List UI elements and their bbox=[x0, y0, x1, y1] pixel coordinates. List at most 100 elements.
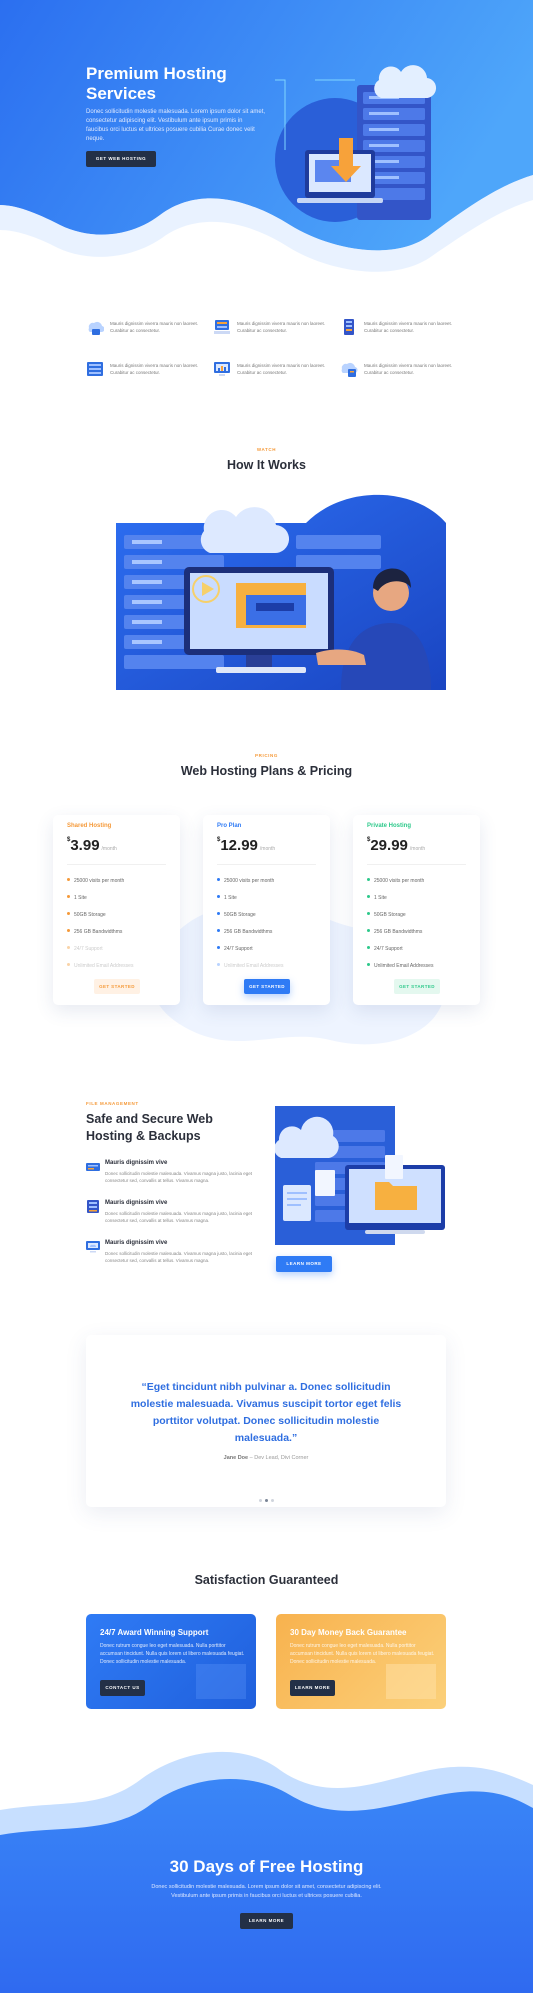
hero-description: Donec sollicitudin molestie malesuada. L… bbox=[86, 109, 266, 142]
pricing-eyebrow: PRICING bbox=[255, 753, 278, 758]
plan-feature: 24/7 Support bbox=[367, 941, 433, 958]
carousel-dot[interactable] bbox=[258, 1499, 262, 1502]
divider bbox=[67, 864, 166, 865]
guarantee-learn-more-button[interactable]: LEARN MORE bbox=[290, 1680, 335, 1696]
plan-feature-disabled: 24/7 Support bbox=[67, 941, 133, 958]
plan-name: Shared Hosting bbox=[67, 823, 112, 829]
box-title: 24/7 Award Winning Support bbox=[100, 1628, 209, 1637]
testimonial-quote: “Eget tincidunt nibh pulvinar a. Donec s… bbox=[130, 1381, 402, 1444]
divider bbox=[367, 864, 466, 865]
how-eyebrow: WATCH bbox=[256, 447, 277, 452]
plan-feature: 24/7 Support bbox=[217, 941, 283, 958]
feature-text: Mauris dignissim viverra mauris non laor… bbox=[237, 321, 326, 333]
plan-features: 25000 visits per month 1 Site 50GB Stora… bbox=[367, 873, 433, 975]
plan-features: 25000 visits per month 1 Site 50GB Stora… bbox=[217, 873, 283, 975]
divider bbox=[217, 864, 316, 865]
testimonial-card: “Eget tincidunt nibh pulvinar a. Donec s… bbox=[86, 1335, 446, 1507]
feature-text: Mauris dignissim viverra mauris non laor… bbox=[110, 363, 199, 375]
plan-feature: 256 GB Bandwidthms bbox=[217, 924, 283, 941]
plan-name: Private Hosting bbox=[367, 823, 412, 829]
monitor-cloud-icon bbox=[86, 1241, 100, 1253]
how-it-works-video[interactable] bbox=[86, 483, 446, 690]
feature-text: Mauris dignissim viverra mauris non laor… bbox=[364, 363, 453, 375]
hero-background bbox=[0, 0, 533, 290]
plan-feature: 1 Site bbox=[217, 890, 283, 907]
storage-drive-icon bbox=[86, 1163, 100, 1171]
feature-item: Mauris dignissim viverra mauris non laor… bbox=[86, 360, 206, 382]
item-title: Mauris dignissim vive bbox=[105, 1200, 168, 1206]
file-mgmt-illustration bbox=[275, 1100, 447, 1245]
hero-section: Premium Hosting Services Donec sollicitu… bbox=[0, 0, 533, 290]
plan-feature: 50GB Storage bbox=[217, 907, 283, 924]
feature-item: Mauris dignissim viverra mauris non laor… bbox=[213, 360, 333, 382]
item-text: Donec sollicitudin molestie malesuada. V… bbox=[105, 1211, 252, 1223]
plan-feature: 50GB Storage bbox=[367, 907, 433, 924]
carousel-dot-active[interactable] bbox=[264, 1499, 268, 1502]
testimonial-author: Jane Doe – Dev Lead, Divi Corner bbox=[223, 1455, 309, 1461]
cta-text: Donec sollicitudin molestie malesuada. L… bbox=[151, 1884, 382, 1899]
plan-price: $3.99/month bbox=[67, 837, 117, 854]
get-web-hosting-button[interactable]: GET WEB HOSTING bbox=[86, 151, 156, 167]
feature-item: Mauris dignissim viverra mauris non laor… bbox=[213, 318, 333, 340]
cloud-storage-icon bbox=[88, 321, 104, 335]
file-mgmt-item: Mauris dignissim vive Donec sollicitudin… bbox=[86, 1160, 256, 1196]
feature-text: Mauris dignissim viverra mauris non laor… bbox=[364, 321, 453, 333]
plan-price: $29.99/month bbox=[367, 837, 426, 854]
feature-text: Mauris dignissim viverra mauris non laor… bbox=[110, 321, 199, 333]
pricing-card-private: Private Hosting $29.99/month 25000 visit… bbox=[353, 815, 480, 1005]
guarantee-title: Satisfaction Guaranteed bbox=[194, 1573, 339, 1587]
server-stack-icon bbox=[214, 320, 230, 334]
server-rack-icon bbox=[87, 1200, 99, 1213]
feature-item: Mauris dignissim viverra mauris non laor… bbox=[340, 360, 460, 382]
item-title: Mauris dignissim vive bbox=[105, 1160, 168, 1166]
carousel-dots bbox=[86, 1489, 446, 1507]
features-grid: Mauris dignissim viverra mauris non laor… bbox=[86, 318, 456, 388]
plan-feature: 25000 visits per month bbox=[367, 873, 433, 890]
box-text: Donec rutrum congue leo eget malesuada. … bbox=[100, 1643, 245, 1665]
feature-text: Mauris dignissim viverra mauris non laor… bbox=[237, 363, 326, 375]
plan-feature: 25000 visits per month bbox=[217, 873, 283, 890]
free-hosting-cta: 30 Days of Free Hosting Donec sollicitud… bbox=[0, 1740, 533, 1993]
item-text: Donec sollicitudin molestie malesuada. V… bbox=[105, 1251, 252, 1263]
private-get-started-button[interactable]: GET STARTED bbox=[394, 979, 440, 994]
file-mgmt-title: Safe and Secure Web Hosting & Backups bbox=[86, 1112, 213, 1143]
file-mgmt-item: Mauris dignissim vive Donec sollicitudin… bbox=[86, 1200, 256, 1236]
plan-name: Pro Plan bbox=[217, 823, 242, 829]
pricing-card-shared: Shared Hosting $3.99/month 25000 visits … bbox=[53, 815, 180, 1005]
database-icon bbox=[87, 362, 103, 376]
box-text: Donec rutrum congue leo eget malesuada. … bbox=[290, 1643, 435, 1665]
plan-price: $12.99/month bbox=[217, 837, 276, 854]
contact-us-button[interactable]: CONTACT US bbox=[100, 1680, 145, 1696]
file-mgmt-item: Mauris dignissim vive Donec sollicitudin… bbox=[86, 1240, 256, 1276]
server-rack-icon bbox=[344, 319, 354, 335]
pricing-card-pro: Pro Plan $12.99/month 25000 visits per m… bbox=[203, 815, 330, 1005]
plan-feature: 1 Site bbox=[67, 890, 133, 907]
item-text: Donec sollicitudin molestie malesuada. V… bbox=[105, 1171, 252, 1183]
support-box: 24/7 Award Winning Support Donec rutrum … bbox=[86, 1614, 256, 1709]
cta-title: 30 Days of Free Hosting bbox=[169, 1857, 364, 1876]
money-back-box: 30 Day Money Back Guarantee Donec rutrum… bbox=[276, 1614, 446, 1709]
plan-feature: Unlimited Email Addresses bbox=[367, 958, 433, 975]
plan-feature: 50GB Storage bbox=[67, 907, 133, 924]
plan-features: 25000 visits per month 1 Site 50GB Stora… bbox=[67, 873, 133, 975]
pro-get-started-button[interactable]: GET STARTED bbox=[244, 979, 290, 994]
hero-server-illustration bbox=[275, 65, 437, 222]
item-title: Mauris dignissim vive bbox=[105, 1240, 168, 1246]
file-mgmt-eyebrow: FILE MANAGEMENT bbox=[86, 1101, 139, 1106]
file-mgmt-learn-more-button[interactable]: LEARN MORE bbox=[276, 1256, 332, 1272]
cta-learn-more-button[interactable]: LEARN MORE bbox=[240, 1913, 293, 1929]
plan-feature: 1 Site bbox=[367, 890, 433, 907]
feature-item: Mauris dignissim viverra mauris non laor… bbox=[340, 318, 460, 340]
box-title: 30 Day Money Back Guarantee bbox=[290, 1628, 407, 1637]
carousel-dot[interactable] bbox=[270, 1499, 274, 1502]
how-title: How It Works bbox=[227, 458, 306, 472]
pricing-title: Web Hosting Plans & Pricing bbox=[180, 764, 353, 778]
monitor-chart-icon bbox=[214, 362, 230, 376]
plan-feature: 256 GB Bandwidthms bbox=[367, 924, 433, 941]
cloud-upload-icon bbox=[341, 362, 358, 377]
plan-feature-disabled: Unlimited Email Addresses bbox=[217, 958, 283, 975]
plan-feature-disabled: Unlimited Email Addresses bbox=[67, 958, 133, 975]
shared-get-started-button[interactable]: GET STARTED bbox=[94, 979, 140, 994]
plan-feature: 256 GB Bandwidthms bbox=[67, 924, 133, 941]
hero-title: Premium Hosting Services bbox=[86, 64, 227, 103]
